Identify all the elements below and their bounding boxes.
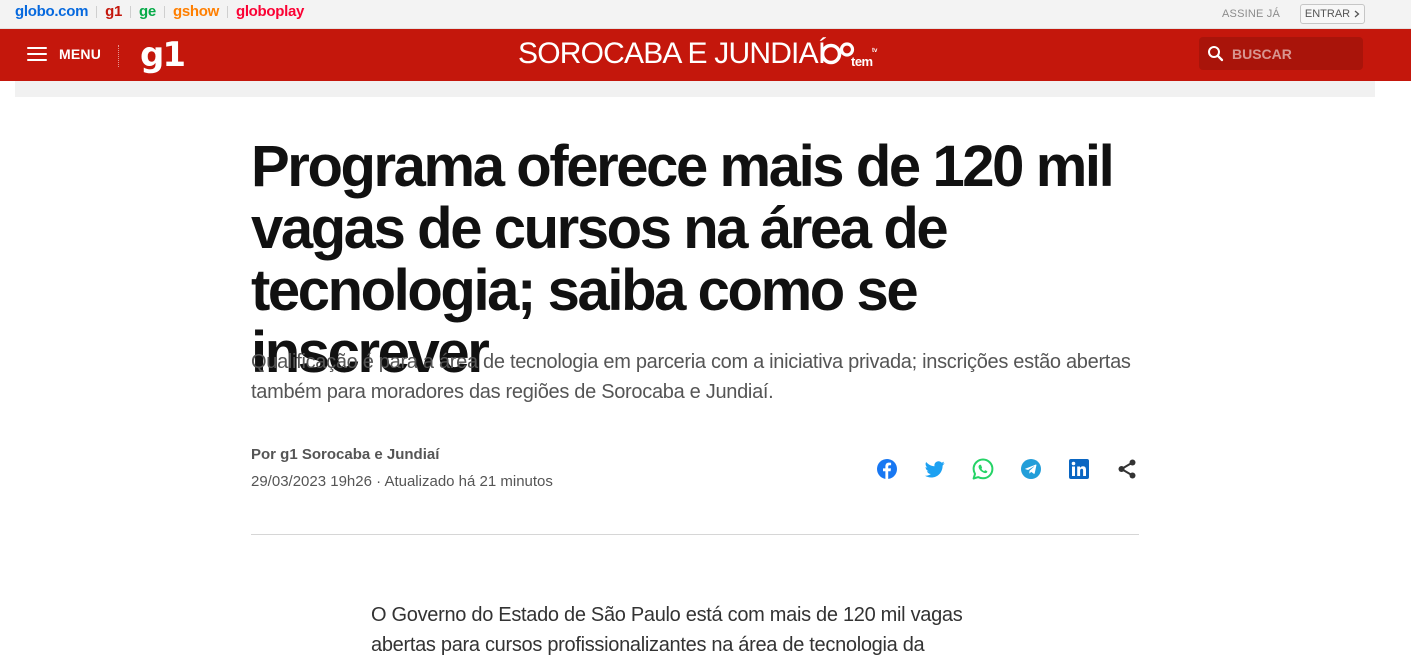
- globo-network-links: globo.com g1 ge gshow globoplay: [15, 3, 304, 20]
- divider: [130, 5, 132, 18]
- whatsapp-icon: [972, 458, 994, 480]
- entrar-button[interactable]: ENTRAR: [1300, 4, 1365, 24]
- twitter-share-button[interactable]: [924, 458, 946, 480]
- link-ge[interactable]: ge: [139, 3, 156, 20]
- facebook-icon: [877, 459, 897, 479]
- search-box[interactable]: [1199, 37, 1363, 70]
- divider: [163, 5, 165, 18]
- g1-logo[interactable]: g1: [140, 35, 186, 75]
- twitter-icon: [925, 460, 945, 477]
- linkedin-share-button[interactable]: [1068, 458, 1090, 480]
- hamburger-icon: [27, 47, 47, 61]
- divider: [251, 534, 1139, 535]
- assine-link[interactable]: ASSINE JÁ: [1222, 8, 1280, 20]
- link-gshow[interactable]: gshow: [173, 3, 219, 20]
- linkedin-icon: [1069, 459, 1089, 479]
- article-body-paragraph: O Governo do Estado de São Paulo está co…: [371, 604, 963, 655]
- entrar-label: ENTRAR: [1304, 8, 1351, 20]
- share-icon: [1118, 459, 1136, 479]
- globo-top-bar: globo.com g1 ge gshow globoplay ASSINE J…: [0, 0, 1411, 29]
- region-title[interactable]: SOROCABA E JUNDIAÍ: [518, 37, 826, 71]
- whatsapp-share-button[interactable]: [972, 458, 994, 480]
- search-icon: [1208, 46, 1224, 62]
- divider: [96, 5, 98, 18]
- search-input[interactable]: [1232, 45, 1352, 62]
- telegram-icon: [1021, 459, 1041, 479]
- tv-tem-logo[interactable]: tv tem: [821, 40, 879, 70]
- svg-text:tv: tv: [872, 48, 878, 54]
- generic-share-button[interactable]: [1116, 458, 1138, 480]
- svg-text:tem: tem: [851, 54, 873, 69]
- site-header: MENU g1 SOROCABA E JUNDIAÍ tv tem: [0, 29, 1411, 81]
- link-globoplay[interactable]: globoplay: [236, 3, 304, 20]
- article-subtitle: Qualificação é para a área de tecnologia…: [251, 351, 1131, 403]
- chevron-right-icon: [1354, 10, 1360, 18]
- menu-button[interactable]: MENU: [27, 46, 101, 62]
- share-bar: [876, 458, 1138, 480]
- article-byline: Por g1 Sorocaba e Jundiaí: [251, 446, 440, 463]
- divider: [226, 5, 228, 18]
- header-divider: [118, 45, 119, 67]
- link-g1[interactable]: g1: [105, 3, 122, 20]
- article-dateline: 29/03/2023 19h26 · Atualizado há 21 minu…: [251, 473, 553, 490]
- link-globo-com[interactable]: globo.com: [15, 3, 88, 20]
- menu-label: MENU: [59, 46, 102, 62]
- telegram-share-button[interactable]: [1020, 458, 1042, 480]
- facebook-share-button[interactable]: [876, 458, 898, 480]
- ad-strip: [15, 81, 1375, 97]
